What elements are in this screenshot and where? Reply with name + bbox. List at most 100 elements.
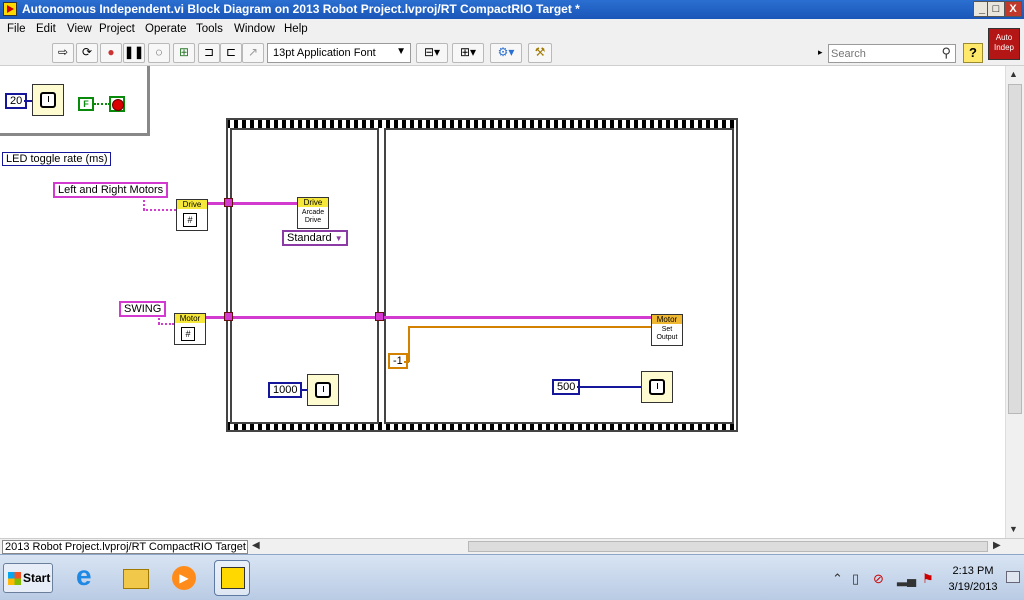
- step-into-icon: ⊐: [203, 45, 215, 59]
- led-toggle-rate-label[interactable]: LED toggle rate (ms): [2, 152, 112, 166]
- stop-indicator[interactable]: [109, 96, 125, 112]
- distribute-objects-button[interactable]: ⊞▾: [452, 43, 484, 63]
- run-continuously-icon: ⟳: [81, 45, 93, 59]
- sequence-film-top: [228, 120, 736, 128]
- step-out-button[interactable]: ↗: [242, 43, 264, 63]
- menu-edit[interactable]: Edit: [36, 23, 56, 35]
- horizontal-scrollbar[interactable]: 2013 Robot Project.lvproj/RT CompactRIO …: [0, 538, 1024, 554]
- sequence-frame-1[interactable]: [230, 128, 379, 424]
- set-output-line1: Set: [661, 326, 673, 333]
- menu-operate[interactable]: Operate: [145, 23, 187, 35]
- arcade-line2: Drive: [304, 217, 322, 224]
- step-over-icon: ⊏: [225, 45, 237, 59]
- play-icon: ▶: [172, 566, 196, 590]
- wait-500-function[interactable]: [641, 371, 673, 403]
- motor-tunnel-2: [375, 312, 384, 321]
- menu-help[interactable]: Help: [284, 23, 308, 35]
- file-explorer-icon[interactable]: [118, 560, 154, 596]
- menu-file[interactable]: File: [7, 23, 26, 35]
- labview-app-icon: [3, 2, 17, 16]
- clean-up-diagram-button[interactable]: ⚒: [528, 43, 552, 63]
- run-button[interactable]: ⇨: [52, 43, 74, 63]
- taskbar: Start e ▶ ⌃ ▯ ⊘ ▂▄ ⚑ 2:13 PM 3/19/2013: [0, 554, 1024, 600]
- execution-target[interactable]: 2013 Robot Project.lvproj/RT CompactRIO …: [2, 540, 248, 554]
- labview-taskbar-icon[interactable]: [214, 560, 250, 596]
- network-signal-icon[interactable]: ▂▄: [897, 571, 916, 587]
- window-title: Autonomous Independent.vi Block Diagram …: [22, 2, 580, 16]
- pause-icon: ❚❚: [124, 45, 145, 59]
- reorder-button[interactable]: ⚙▾: [490, 43, 522, 63]
- folder-glyph: [123, 569, 149, 589]
- start-label: Start: [23, 571, 51, 585]
- scroll-down-icon[interactable]: ▼: [1009, 524, 1018, 534]
- motor-open-ref-vi[interactable]: Motor #: [174, 313, 206, 345]
- drive-open-ref-vi[interactable]: Drive #: [176, 199, 208, 231]
- chevron-down-icon: ▼: [396, 46, 406, 57]
- media-player-icon[interactable]: ▶: [166, 560, 202, 596]
- font-dropdown-value: 13pt Application Font: [273, 47, 376, 59]
- scroll-right-icon[interactable]: ▶: [993, 540, 1001, 551]
- vertical-scroll-thumb[interactable]: [1008, 84, 1022, 414]
- arcade-mode-value: Standard: [287, 232, 332, 244]
- system-clock[interactable]: 2:13 PM 3/19/2013: [938, 563, 1008, 595]
- wait-1000-constant[interactable]: 1000: [268, 382, 303, 398]
- battery-icon[interactable]: ▯: [852, 571, 859, 587]
- scroll-left-icon[interactable]: ◀: [252, 540, 260, 551]
- search-field[interactable]: ⚲: [828, 44, 956, 63]
- abort-button[interactable]: ●: [100, 43, 122, 63]
- menu-tools[interactable]: Tools: [196, 23, 223, 35]
- vertical-scrollbar[interactable]: ▲ ▼: [1005, 66, 1024, 538]
- step-into-button[interactable]: ⊐: [198, 43, 220, 63]
- start-button[interactable]: Start: [3, 563, 53, 593]
- arcade-drive-vi[interactable]: Drive Arcade Drive: [297, 197, 329, 229]
- stopwatch-icon: [649, 379, 665, 395]
- motor-set-output-vi[interactable]: Motor Set Output: [651, 314, 683, 346]
- run-arrow-icon: ⇨: [57, 45, 69, 59]
- probe-icon: ⊞: [178, 45, 190, 59]
- menu-project[interactable]: Project: [99, 23, 135, 35]
- labview-glyph: [221, 567, 245, 589]
- search-expand-icon[interactable]: ▸: [818, 47, 823, 58]
- context-help-button[interactable]: ?: [963, 43, 983, 63]
- block-diagram-canvas[interactable]: 20 F LED toggle rate (ms) Left and Right…: [0, 66, 1005, 538]
- lightbulb-icon: ◌: [155, 45, 163, 59]
- reorder-icon: ⚙▾: [497, 45, 515, 59]
- close-button[interactable]: X: [1004, 1, 1022, 17]
- left-right-motors-constant[interactable]: Left and Right Motors: [53, 182, 169, 198]
- font-dropdown[interactable]: 13pt Application Font ▼: [267, 43, 411, 63]
- maximize-button[interactable]: □: [987, 1, 1005, 17]
- vi-icon: Auto Indep: [988, 28, 1020, 60]
- menu-view[interactable]: View: [67, 23, 92, 35]
- show-desktop-button[interactable]: [1006, 571, 1020, 583]
- stop-icon: ●: [107, 45, 115, 59]
- drive-ref-symbol: #: [183, 213, 197, 227]
- align-objects-button[interactable]: ⊟▾: [416, 43, 448, 63]
- step-over-button[interactable]: ⊏: [220, 43, 242, 63]
- volume-muted-icon[interactable]: ⊘: [873, 571, 884, 587]
- retain-wire-values-button[interactable]: ⊞: [173, 43, 195, 63]
- menu-bar: File Edit View Project Operate Tools Win…: [0, 19, 1024, 41]
- clock-time: 2:13 PM: [952, 565, 994, 577]
- show-hidden-icons[interactable]: ⌃: [832, 571, 843, 587]
- wire-motors-h: [143, 209, 176, 211]
- scroll-up-icon[interactable]: ▲: [1009, 69, 1018, 79]
- boolean-wire: [94, 103, 110, 105]
- motor-ref-wire: [206, 316, 652, 319]
- wait-ms-function[interactable]: [32, 84, 64, 116]
- run-continuously-button[interactable]: ⟳: [76, 43, 98, 63]
- motor-ref-header: Motor: [175, 314, 205, 323]
- action-center-icon[interactable]: ⚑: [922, 571, 934, 587]
- pause-button[interactable]: ❚❚: [123, 43, 145, 63]
- arcade-mode-enum[interactable]: Standard ▼: [282, 230, 348, 246]
- internet-explorer-icon[interactable]: e: [70, 560, 106, 596]
- wait-1000-function[interactable]: [307, 374, 339, 406]
- set-output-header: Motor: [652, 315, 682, 324]
- highlight-execution-button[interactable]: ◌: [148, 43, 170, 63]
- align-icon: ⊟▾: [423, 45, 441, 59]
- search-icon[interactable]: ⚲: [941, 45, 951, 61]
- menu-window[interactable]: Window: [234, 23, 275, 35]
- horizontal-scroll-thumb[interactable]: [468, 541, 988, 552]
- title-bar: Autonomous Independent.vi Block Diagram …: [0, 0, 1024, 19]
- false-constant[interactable]: F: [78, 97, 94, 111]
- search-input[interactable]: [831, 47, 935, 61]
